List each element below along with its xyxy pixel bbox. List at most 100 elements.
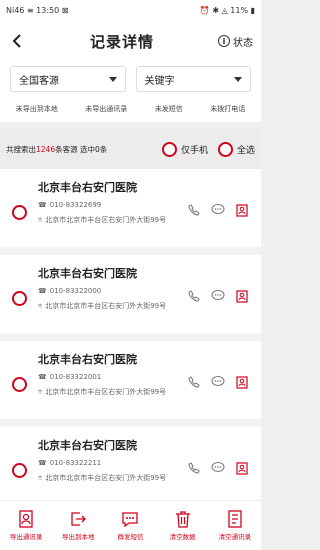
tab-no-sms[interactable]: 未发短信 bbox=[155, 104, 183, 114]
mobile-only-radio[interactable] bbox=[161, 141, 177, 157]
location-icon: ⌾ bbox=[38, 216, 43, 224]
filters: 全国客源 关键字 bbox=[0, 62, 261, 98]
item-address: ⌾ 北京市北京市丰台区右安门外大街99号 bbox=[38, 473, 178, 484]
export-contacts-button[interactable]: 导出通讯录 bbox=[2, 510, 50, 541]
trash-icon bbox=[175, 511, 190, 528]
page-title: 记录详情 bbox=[89, 32, 154, 51]
call-icon[interactable] bbox=[187, 375, 201, 389]
phone-small-icon: ☎ bbox=[38, 459, 47, 467]
item-actions bbox=[187, 461, 249, 475]
keyword-select[interactable]: 关键字 bbox=[135, 66, 251, 92]
item-address-text: 北京市北京市丰台区右安门外大街99号 bbox=[45, 388, 167, 396]
item-phone-number: 010-83322211 bbox=[49, 459, 102, 467]
phone-small-icon: ☎ bbox=[38, 287, 47, 295]
mobile-only-label: 仅手机 bbox=[180, 145, 208, 156]
select-all-radio[interactable] bbox=[217, 141, 233, 157]
state-label: 状态 bbox=[232, 37, 253, 49]
item-radio[interactable] bbox=[12, 377, 27, 392]
back-button[interactable] bbox=[8, 32, 26, 50]
group-sms-label: 群发短信 bbox=[117, 533, 144, 541]
summary-count: 1246 bbox=[36, 144, 56, 154]
item-phone: ☎ 010-83322001 bbox=[38, 373, 101, 381]
message-icon[interactable] bbox=[211, 375, 225, 389]
message-icon[interactable] bbox=[211, 203, 225, 217]
call-icon[interactable] bbox=[187, 203, 201, 217]
clear-data-button[interactable]: 清空数据 bbox=[159, 510, 207, 541]
item-radio[interactable] bbox=[12, 205, 27, 220]
tab-not-exported-contacts[interactable]: 未导出通讯录 bbox=[85, 104, 127, 114]
item-phone-number: 010-83322001 bbox=[49, 373, 102, 381]
clear-contacts-button[interactable]: 清空通讯录 bbox=[211, 510, 259, 541]
list-item[interactable]: 北京丰台右安门医院 ☎ 010-83322699 ⌾ 北京市北京市丰台区右安门外大街… bbox=[0, 169, 261, 255]
export-icon bbox=[71, 512, 87, 526]
contact-card-icon[interactable] bbox=[235, 203, 249, 217]
group-sms-button[interactable]: 群发短信 bbox=[106, 510, 154, 541]
item-phone: ☎ 010-83322211 bbox=[38, 459, 101, 467]
item-actions bbox=[187, 289, 249, 303]
item-name: 北京丰台右安门医院 bbox=[38, 439, 137, 452]
list-item[interactable]: 北京丰台右安门医院 ☎ 010-83322000 ⌾ 北京市北京市丰台区右安门外大街… bbox=[0, 255, 261, 341]
location-icon: ⌾ bbox=[38, 302, 43, 310]
clear-contacts-label: 清空通讯录 bbox=[218, 533, 252, 541]
export-local-button[interactable]: 导出到本地 bbox=[54, 510, 102, 541]
contact-icon bbox=[19, 510, 33, 528]
phone-small-icon: ☎ bbox=[38, 201, 47, 209]
bottom-toolbar: 导出通讯录 导出到本地 群发短信 清空数据 清空通讯录 bbox=[0, 500, 261, 550]
status-right: ⏰ ✱ ◬ 11% ▮ bbox=[199, 5, 255, 15]
clear-contacts-icon bbox=[228, 510, 242, 528]
call-icon[interactable] bbox=[187, 289, 201, 303]
tab-not-called[interactable]: 未拨打电话 bbox=[210, 104, 245, 114]
summary-suffix: 条客源 选中0条 bbox=[55, 144, 108, 154]
select-all-option[interactable]: 全选 bbox=[217, 141, 255, 157]
tab-not-exported-local[interactable]: 未导出到本地 bbox=[16, 104, 58, 114]
summary-prefix: 共搜索出 bbox=[6, 144, 36, 154]
sms-icon bbox=[122, 512, 139, 528]
contact-card-icon[interactable] bbox=[235, 375, 249, 389]
state-button[interactable]: i 状态 bbox=[217, 34, 253, 49]
export-local-label: 导出到本地 bbox=[62, 533, 95, 541]
contact-card-icon[interactable] bbox=[235, 289, 249, 303]
phone-small-icon: ☎ bbox=[38, 373, 47, 381]
item-actions bbox=[187, 375, 249, 389]
item-phone-number: 010-83322699 bbox=[49, 201, 102, 209]
item-address: ⌾ 北京市北京市丰台区右安门外大街99号 bbox=[38, 301, 178, 312]
item-radio[interactable] bbox=[12, 463, 27, 478]
item-phone: ☎ 010-83322699 bbox=[38, 201, 101, 209]
select-all-label: 全选 bbox=[236, 145, 255, 156]
item-address-text: 北京市北京市丰台区右安门外大街99号 bbox=[45, 216, 167, 224]
item-address: ⌾ 北京市北京市丰台区右安门外大街99号 bbox=[38, 387, 178, 398]
chevron-down-icon bbox=[108, 76, 117, 82]
item-name: 北京丰台右安门医院 bbox=[38, 267, 137, 280]
clear-data-label: 清空数据 bbox=[169, 533, 196, 541]
item-radio[interactable] bbox=[12, 291, 27, 306]
list-item[interactable]: 北京丰台右安门医院 ☎ 010-83322001 ⌾ 北京市北京市丰台区右安门外大街… bbox=[0, 341, 261, 427]
summary-text: 共搜索出1246条客源 选中0条 bbox=[6, 144, 107, 155]
region-select-value: 全国客源 bbox=[19, 75, 59, 87]
item-phone: ☎ 010-83322000 bbox=[38, 287, 101, 295]
message-icon[interactable] bbox=[211, 289, 225, 303]
call-icon[interactable] bbox=[187, 461, 201, 475]
contact-card-icon[interactable] bbox=[235, 461, 249, 475]
status-left: Ni46 ≡ 13:50 ⊠ bbox=[6, 5, 69, 15]
item-address: ⌾ 北京市北京市丰台区右安门外大街99号 bbox=[38, 215, 178, 226]
message-icon[interactable] bbox=[211, 461, 225, 475]
keyword-select-value: 关键字 bbox=[144, 75, 175, 87]
item-name: 北京丰台右安门医院 bbox=[38, 181, 137, 194]
chevron-down-icon bbox=[234, 76, 242, 82]
item-actions bbox=[187, 203, 249, 217]
mobile-only-option[interactable]: 仅手机 bbox=[161, 141, 208, 157]
title-bar: 记录详情 i 状态 bbox=[0, 20, 261, 62]
status-bar: Ni46 ≡ 13:50 ⊠ ⏰ ✱ ◬ 11% ▮ bbox=[0, 0, 261, 20]
export-contacts-label: 导出通讯录 bbox=[9, 533, 43, 541]
region-select[interactable]: 全国客源 bbox=[10, 66, 126, 92]
info-icon: i bbox=[217, 35, 230, 47]
location-icon: ⌾ bbox=[38, 388, 43, 396]
summary-bar: 共搜索出1246条客源 选中0条 仅手机 全选 bbox=[0, 129, 261, 169]
item-address-text: 北京市北京市丰台区右安门外大街99号 bbox=[45, 302, 167, 310]
item-phone-number: 010-83322000 bbox=[49, 287, 102, 295]
location-icon: ⌾ bbox=[38, 474, 43, 482]
item-name: 北京丰台右安门医院 bbox=[38, 353, 137, 366]
record-list: 北京丰台右安门医院 ☎ 010-83322699 ⌾ 北京市北京市丰台区右安门外大街… bbox=[0, 169, 261, 513]
filter-tabs: 未导出到本地 未导出通讯录 未发短信 未拨打电话 bbox=[0, 98, 261, 123]
summary-options: 仅手机 全选 bbox=[161, 141, 255, 157]
